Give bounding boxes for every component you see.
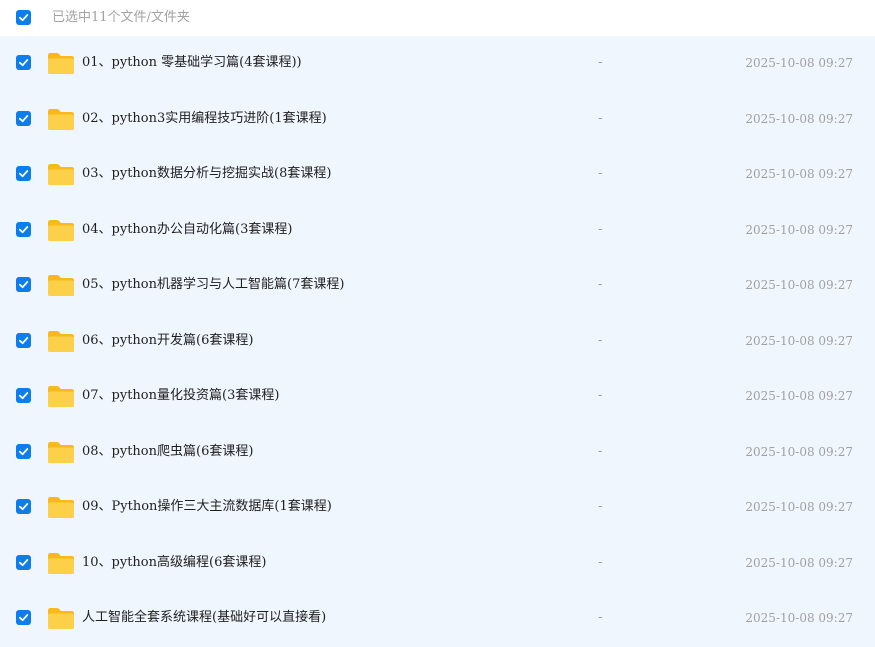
file-name-link[interactable]: 05、python机器学习与人工智能篇(7套课程): [82, 276, 344, 294]
row-checkbox[interactable]: [16, 610, 31, 625]
file-row[interactable]: 07、python量化投资篇(3套课程) - 2025-10-08 09:27: [0, 369, 875, 425]
checkmark-icon: [18, 503, 29, 511]
folder-icon: [47, 441, 75, 464]
file-size: -: [598, 110, 603, 126]
row-checkbox[interactable]: [16, 554, 31, 570]
folder-icon: [47, 385, 75, 408]
file-row[interactable]: 02、python3实用编程技巧进阶(1套课程) - 2025-10-08 09…: [0, 92, 875, 148]
file-modified-time: 2025-10-08 09:27: [745, 278, 853, 292]
checkmark-icon: [18, 281, 29, 289]
row-checkbox[interactable]: [16, 110, 31, 126]
file-modified-time: 2025-10-08 09:27: [745, 222, 853, 237]
checkmark-icon: [18, 614, 29, 622]
file-row[interactable]: 01、python 零基础学习篇(4套课程)) - 2025-10-08 09:…: [0, 36, 875, 92]
file-row[interactable]: 03、python数据分析与挖掘实战(8套课程) - 2025-10-08 09…: [0, 147, 875, 203]
file-modified-time: 2025-10-08 09:27: [745, 555, 853, 570]
row-checkbox[interactable]: [16, 55, 31, 70]
file-name-link[interactable]: 07、python量化投资篇(3套课程): [82, 387, 279, 405]
checkmark-icon: [18, 558, 29, 566]
file-size: -: [598, 554, 603, 570]
file-size: -: [598, 499, 603, 514]
file-name-link[interactable]: 01、python 零基础学习篇(4套课程)): [82, 54, 302, 72]
row-checkbox[interactable]: [16, 388, 31, 403]
file-modified-time: 2025-10-08 09:27: [745, 500, 853, 514]
file-name-link[interactable]: 人工智能全套系统课程(基础好可以直接看): [82, 609, 326, 627]
folder-icon: [47, 108, 75, 131]
folder-icon: [47, 496, 75, 519]
file-modified-time: 2025-10-08 09:27: [745, 444, 853, 459]
file-name-link[interactable]: 03、python数据分析与挖掘实战(8套课程): [82, 165, 331, 183]
folder-icon: [47, 607, 75, 630]
select-all-checkbox[interactable]: [16, 10, 31, 25]
checkmark-icon: [18, 225, 29, 233]
row-checkbox[interactable]: [16, 499, 31, 514]
checkmark-icon: [18, 170, 29, 178]
file-modified-time: 2025-10-08 09:27: [745, 111, 853, 126]
file-name-link[interactable]: 02、python3实用编程技巧进阶(1套课程): [82, 110, 327, 128]
file-modified-time: 2025-10-08 09:27: [745, 56, 853, 70]
folder-icon: [47, 274, 75, 297]
checkmark-icon: [18, 392, 29, 400]
file-size: -: [598, 277, 603, 292]
file-row[interactable]: 09、Python操作三大主流数据库(1套课程) - 2025-10-08 09…: [0, 480, 875, 536]
file-name-link[interactable]: 08、python爬虫篇(6套课程): [82, 443, 253, 461]
file-name-link[interactable]: 09、Python操作三大主流数据库(1套课程): [82, 498, 332, 516]
row-checkbox[interactable]: [16, 443, 31, 459]
file-row[interactable]: 04、python办公自动化篇(3套课程) - 2025-10-08 09:27: [0, 203, 875, 259]
row-checkbox[interactable]: [16, 166, 31, 181]
row-checkbox[interactable]: [16, 332, 31, 348]
file-size: -: [598, 55, 603, 70]
file-row[interactable]: 人工智能全套系统课程(基础好可以直接看) - 2025-10-08 09:27: [0, 591, 875, 647]
file-name-link[interactable]: 04、python办公自动化篇(3套课程): [82, 221, 292, 239]
selection-header: 已选中11个文件/文件夹: [0, 0, 875, 36]
row-checkbox[interactable]: [16, 277, 31, 292]
folder-icon: [47, 163, 75, 186]
file-modified-time: 2025-10-08 09:27: [745, 611, 853, 625]
selection-count-label: 已选中11个文件/文件夹: [52, 10, 190, 25]
file-name-link[interactable]: 06、python开发篇(6套课程): [82, 332, 253, 350]
folder-icon: [47, 330, 75, 353]
checkmark-icon: [18, 14, 29, 22]
file-list: 01、python 零基础学习篇(4套课程)) - 2025-10-08 09:…: [0, 36, 875, 647]
file-size: -: [598, 221, 603, 237]
folder-icon: [47, 52, 75, 75]
file-row[interactable]: 08、python爬虫篇(6套课程) - 2025-10-08 09:27: [0, 425, 875, 481]
file-size: -: [598, 610, 603, 625]
file-row[interactable]: 10、python高级编程(6套课程) - 2025-10-08 09:27: [0, 536, 875, 592]
file-row[interactable]: 06、python开发篇(6套课程) - 2025-10-08 09:27: [0, 314, 875, 370]
folder-icon: [47, 219, 75, 242]
file-modified-time: 2025-10-08 09:27: [745, 389, 853, 403]
row-checkbox[interactable]: [16, 221, 31, 237]
file-size: -: [598, 166, 603, 181]
file-size: -: [598, 388, 603, 403]
file-name-link[interactable]: 10、python高级编程(6套课程): [82, 554, 266, 572]
checkmark-icon: [18, 114, 29, 122]
file-size: -: [598, 443, 603, 459]
file-row[interactable]: 05、python机器学习与人工智能篇(7套课程) - 2025-10-08 0…: [0, 258, 875, 314]
folder-icon: [47, 552, 75, 575]
checkmark-icon: [18, 336, 29, 344]
checkmark-icon: [18, 59, 29, 67]
checkmark-icon: [18, 447, 29, 455]
file-modified-time: 2025-10-08 09:27: [745, 167, 853, 181]
file-modified-time: 2025-10-08 09:27: [745, 333, 853, 348]
file-size: -: [598, 332, 603, 348]
